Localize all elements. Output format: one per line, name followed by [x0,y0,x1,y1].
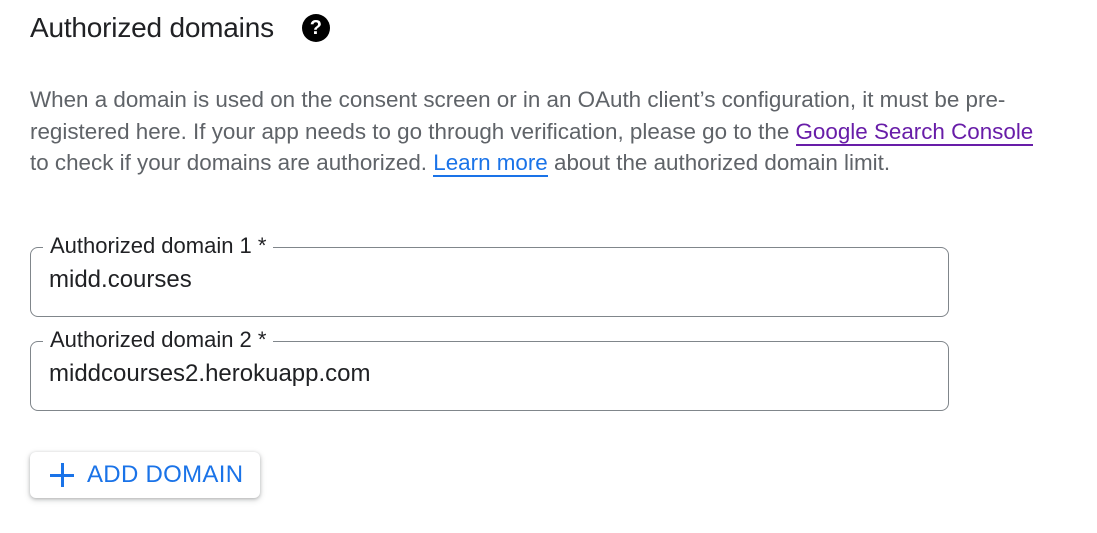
authorized-domain-1-field[interactable]: Authorized domain 1 * [30,232,949,317]
add-domain-button[interactable]: ADD DOMAIN [30,452,261,498]
authorized-domain-2-field[interactable]: Authorized domain 2 * [30,326,949,411]
authorized-domain-1-label: Authorized domain 1 * [43,232,274,260]
google-search-console-link[interactable]: Google Search Console [795,118,1034,146]
section-description: When a domain is used on the consent scr… [30,84,1050,179]
description-text-3: about the authorized domain limit. [547,150,891,175]
plus-icon [49,462,75,488]
learn-more-link[interactable]: Learn more [433,150,548,177]
add-domain-label: ADD DOMAIN [87,461,244,488]
section-title: Authorized domains [30,12,274,43]
authorized-domain-1-input[interactable] [49,260,929,300]
authorized-domain-2-input[interactable] [49,354,929,394]
description-text-2: to check if your domains are authorized. [30,150,434,175]
authorized-domains-section: Authorized domains ? When a domain is us… [0,0,1097,533]
authorized-domain-2-label: Authorized domain 2 * [43,326,274,354]
section-header: Authorized domains ? [30,10,330,46]
help-icon[interactable]: ? [301,14,330,42]
